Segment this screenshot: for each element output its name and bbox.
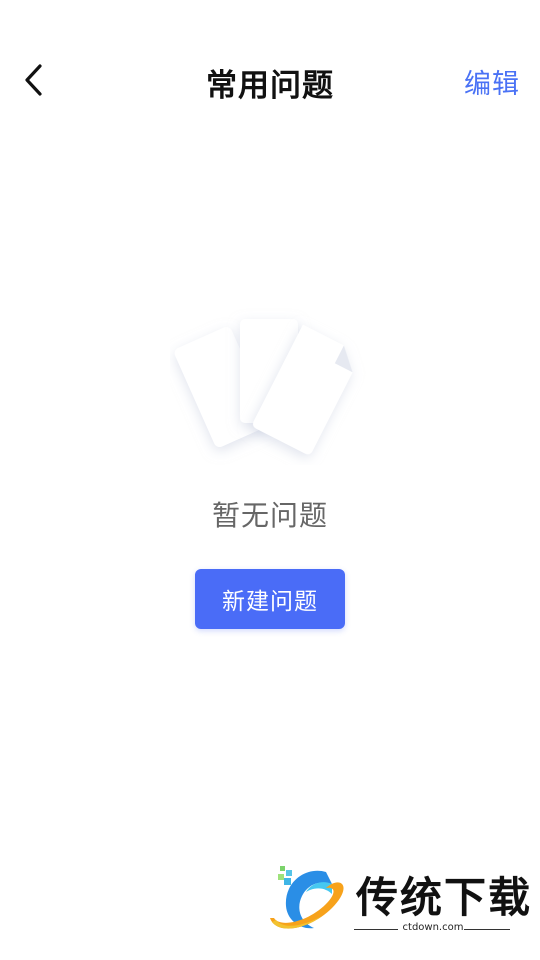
new-question-button[interactable]: 新建问题 <box>195 569 345 629</box>
watermark-brand: 传统下载 <box>356 873 533 922</box>
watermark: 传统下载 ctdown.com <box>266 860 530 940</box>
edit-button[interactable]: 编辑 <box>464 62 520 101</box>
empty-documents-icon <box>170 305 380 465</box>
page: 常用问题 编辑 暂无问题 新建问题 传统下载 ctdown.com <box>0 0 540 960</box>
ctdown-logo-icon <box>270 866 344 929</box>
watermark-divider-right <box>464 929 510 930</box>
watermark-site: ctdown.com <box>402 922 464 933</box>
page-title: 常用问题 <box>206 68 334 104</box>
header-bar: 常用问题 编辑 <box>0 40 540 120</box>
empty-state-message: 暂无问题 <box>211 499 328 532</box>
